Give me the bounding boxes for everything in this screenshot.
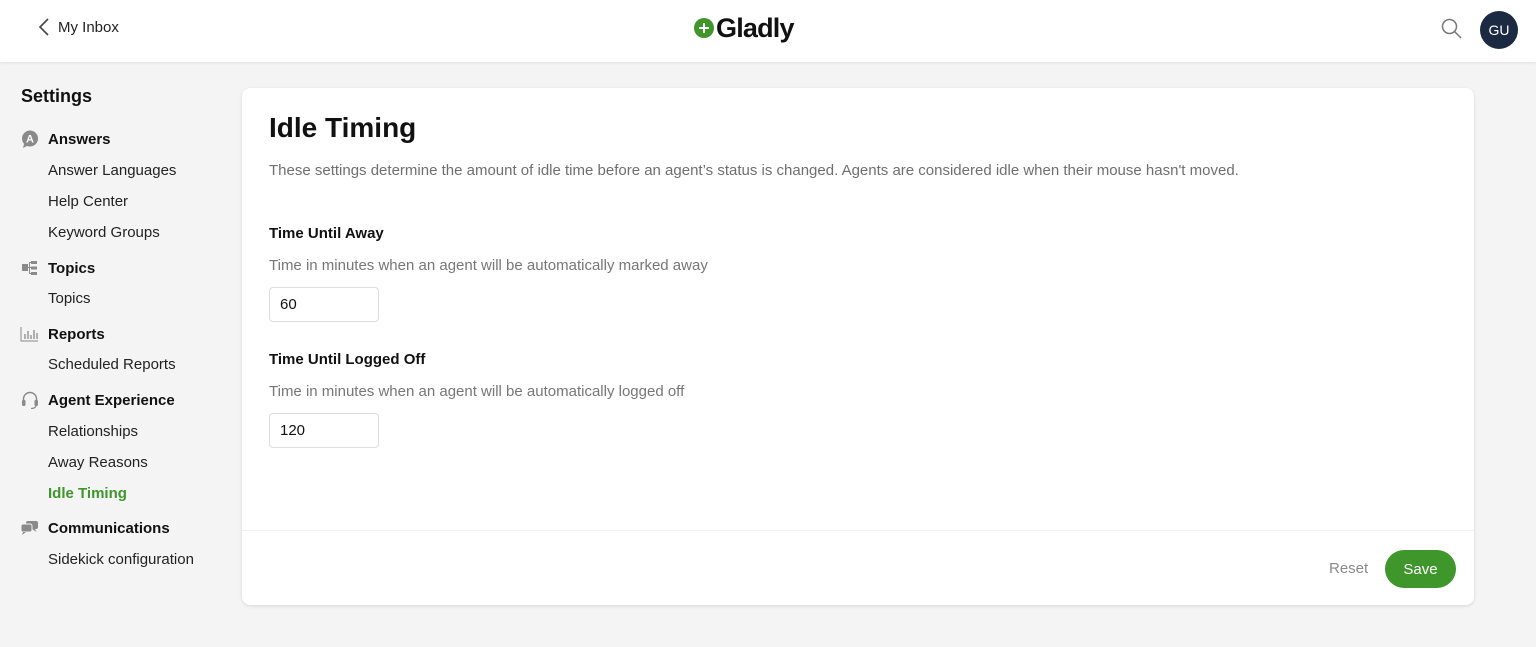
- sidebar-item-help-center[interactable]: Help Center: [48, 193, 128, 210]
- headset-icon: [20, 391, 39, 409]
- avatar[interactable]: GU: [1480, 11, 1518, 49]
- save-button[interactable]: Save: [1385, 550, 1456, 588]
- search-icon: [1441, 18, 1462, 39]
- page-description: These settings determine the amount of i…: [269, 162, 1239, 179]
- time-until-logged-off-help: Time in minutes when an agent will be au…: [269, 383, 685, 400]
- sidebar-section-answers[interactable]: A Answers: [20, 130, 111, 148]
- topics-icon: [20, 259, 39, 277]
- sidebar-section-label: Agent Experience: [48, 391, 175, 409]
- plus-circle-icon: [694, 18, 714, 38]
- sidebar-section-label: Answers: [48, 130, 111, 148]
- sidebar-section-label: Topics: [48, 259, 96, 277]
- sidebar-title: Settings: [21, 86, 93, 106]
- time-until-away-help: Time in minutes when an agent will be au…: [269, 257, 708, 274]
- sidebar-item-sidekick-configuration[interactable]: Sidekick configuration: [48, 551, 194, 568]
- sidebar-section-topics[interactable]: Topics: [20, 259, 95, 277]
- sidebar-item-keyword-groups[interactable]: Keyword Groups: [48, 224, 160, 241]
- top-bar: My Inbox Gladly GU: [0, 0, 1536, 62]
- sidebar-item-answer-languages[interactable]: Answer Languages: [48, 162, 176, 179]
- sidebar-item-scheduled-reports[interactable]: Scheduled Reports: [48, 356, 176, 373]
- time-until-away-input[interactable]: [269, 287, 379, 322]
- sidebar-item-away-reasons[interactable]: Away Reasons: [48, 454, 148, 471]
- logo-text: Gladly: [716, 13, 795, 43]
- time-until-logged-off-label: Time Until Logged Off: [269, 351, 426, 368]
- sidebar-section-communications[interactable]: Communications: [20, 519, 170, 537]
- gladly-logo: Gladly: [694, 13, 795, 43]
- answers-icon: A: [20, 130, 39, 148]
- sidebar-section-reports[interactable]: Reports: [20, 325, 105, 343]
- back-to-inbox-link[interactable]: My Inbox: [38, 17, 119, 37]
- back-link-label: My Inbox: [58, 18, 119, 36]
- time-until-away-label: Time Until Away: [269, 225, 384, 242]
- page-title: Idle Timing: [269, 112, 417, 143]
- sidebar-item-idle-timing[interactable]: Idle Timing: [48, 485, 127, 502]
- idle-timing-card: Idle Timing These settings determine the…: [242, 88, 1474, 605]
- chevron-left-icon: [38, 18, 49, 36]
- sidebar-item-relationships[interactable]: Relationships: [48, 423, 138, 440]
- svg-text:A: A: [26, 133, 34, 145]
- card-footer: Reset Save: [242, 530, 1474, 605]
- search-button[interactable]: [1440, 17, 1464, 46]
- sidebar-item-topics[interactable]: Topics: [48, 290, 91, 307]
- chat-bubbles-icon: [20, 519, 39, 537]
- reset-button[interactable]: Reset: [1329, 560, 1368, 577]
- sidebar-section-agent-experience[interactable]: Agent Experience: [20, 391, 175, 409]
- sidebar-section-label: Communications: [48, 519, 170, 537]
- sidebar-section-label: Reports: [48, 325, 105, 343]
- time-until-logged-off-input[interactable]: [269, 413, 379, 448]
- reports-icon: [20, 325, 39, 343]
